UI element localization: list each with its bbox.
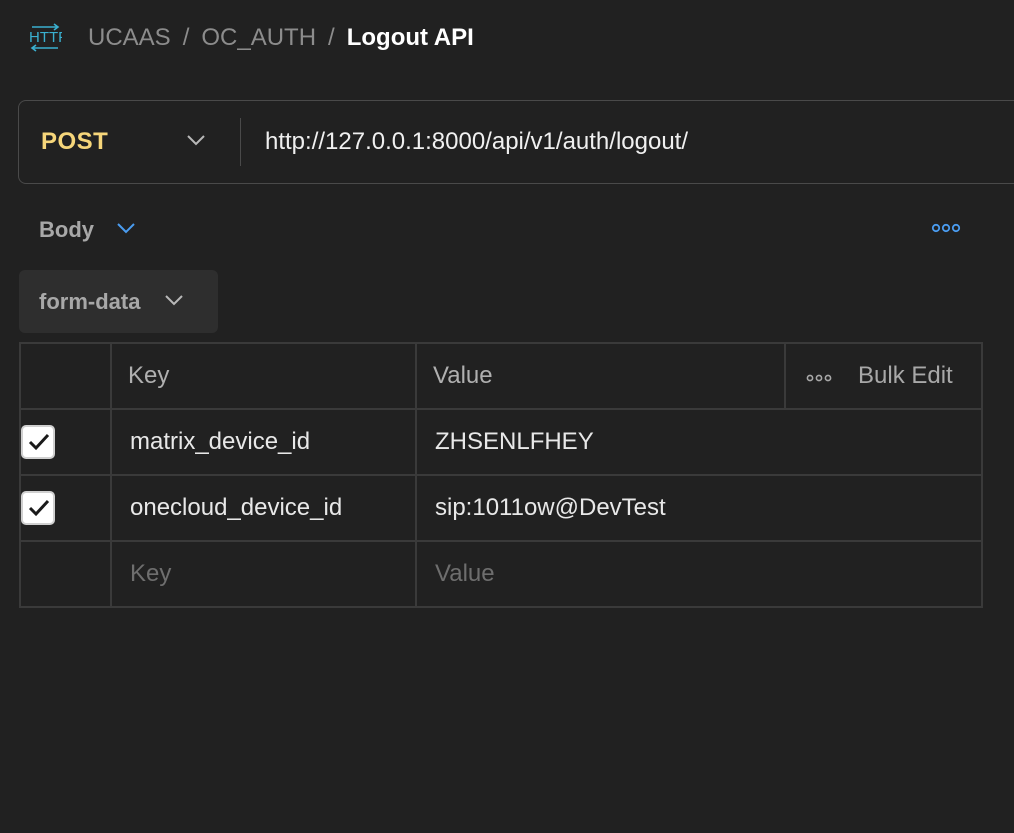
breadcrumb-item-oc-auth[interactable]: OC_AUTH: [201, 24, 316, 52]
row-checkbox[interactable]: [21, 491, 55, 525]
row-check-cell: [19, 474, 112, 542]
http-icon: HTTP: [28, 23, 62, 53]
body-section-header: Body: [39, 212, 969, 248]
method-label: POST: [41, 128, 109, 155]
breadcrumb-separator: /: [182, 24, 190, 51]
new-value-field[interactable]: Value: [415, 540, 983, 608]
row-value-field[interactable]: ZHSENLFHEY: [415, 408, 983, 476]
breadcrumb-separator: /: [328, 24, 335, 51]
header-value: Value: [415, 342, 786, 410]
chevron-down-icon[interactable]: [116, 221, 136, 239]
form-data-table: Key Value Bulk Edit matrix_device_id ZHS…: [19, 342, 983, 608]
bulk-edit-cell: Bulk Edit: [784, 342, 983, 410]
header-key: Key: [110, 342, 417, 410]
body-label[interactable]: Body: [39, 217, 94, 243]
chevron-down-icon: [186, 133, 206, 151]
new-key-field[interactable]: Key: [110, 540, 417, 608]
svg-text:HTTP: HTTP: [29, 29, 62, 46]
table-row: onecloud_device_id sip:1011ow@DevTest: [19, 474, 983, 542]
row-key-field[interactable]: matrix_device_id: [110, 408, 417, 476]
body-type-label: form-data: [39, 288, 141, 314]
request-bar: POST http://127.0.0.1:8000/api/v1/auth/l…: [18, 100, 1014, 184]
method-select[interactable]: POST: [19, 118, 241, 166]
row-check-cell: [19, 408, 112, 476]
bulk-edit-button[interactable]: Bulk Edit: [858, 362, 953, 390]
chevron-down-icon: [164, 293, 184, 311]
more-options-icon[interactable]: [931, 220, 961, 238]
row-checkbox[interactable]: [21, 425, 55, 459]
page-title[interactable]: Logout API: [347, 24, 474, 52]
breadcrumb-item-ucaas[interactable]: UCAAS: [88, 24, 171, 52]
more-options-icon[interactable]: [806, 362, 832, 390]
table-header-row: Key Value Bulk Edit: [19, 342, 983, 410]
table-row: matrix_device_id ZHSENLFHEY: [19, 408, 983, 476]
header-check-cell: [19, 342, 112, 410]
table-row-new: Key Value: [19, 540, 983, 608]
row-value-field[interactable]: sip:1011ow@DevTest: [415, 474, 983, 542]
breadcrumb: HTTP UCAAS / OC_AUTH / Logout API: [28, 22, 474, 54]
url-input[interactable]: http://127.0.0.1:8000/api/v1/auth/logout…: [241, 128, 688, 156]
row-check-cell: [19, 540, 112, 608]
row-key-field[interactable]: onecloud_device_id: [110, 474, 417, 542]
body-type-select[interactable]: form-data: [19, 270, 218, 333]
